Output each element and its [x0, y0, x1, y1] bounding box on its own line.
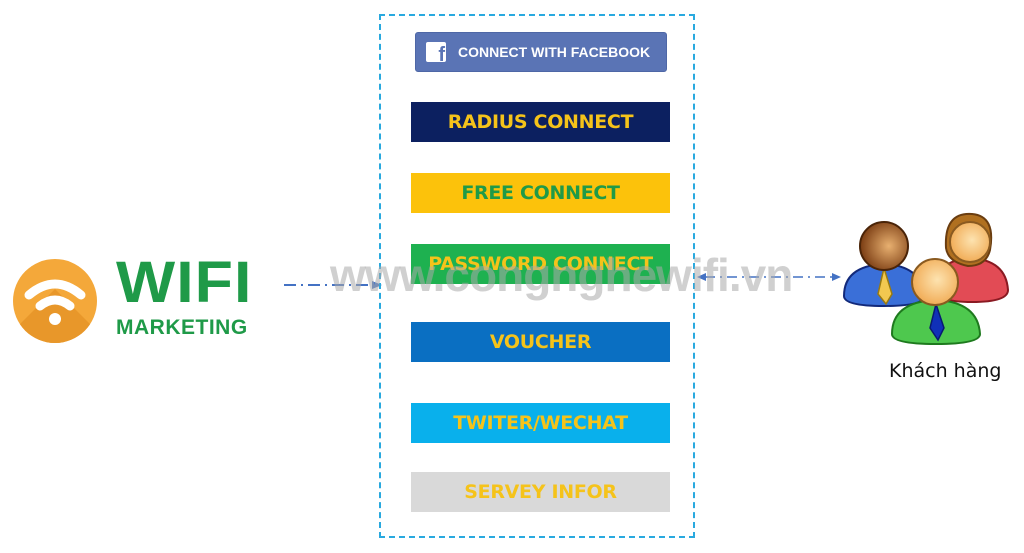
survey-info-label: SERVEY INFOR	[464, 481, 617, 503]
users-group-icon	[842, 212, 1010, 346]
watermark-text: www.congnghewifi.vn	[330, 249, 793, 301]
survey-info-button[interactable]: SERVEY INFOR	[411, 472, 670, 512]
customers-label: Khách hàng	[889, 360, 1002, 382]
radius-connect-button[interactable]: RADIUS CONNECT	[411, 102, 670, 142]
voucher-label: VOUCHER	[489, 331, 592, 353]
twitter-wechat-button[interactable]: TWITER/WECHAT	[411, 403, 670, 443]
connect-facebook-button[interactable]: f CONNECT WITH FACEBOOK	[415, 32, 667, 72]
free-connect-label: FREE CONNECT	[461, 182, 620, 204]
twitter-wechat-label: TWITER/WECHAT	[453, 412, 628, 434]
radius-connect-label: RADIUS CONNECT	[447, 111, 634, 133]
facebook-icon: f	[426, 42, 446, 62]
connect-facebook-label: CONNECT WITH FACEBOOK	[458, 44, 651, 60]
voucher-button[interactable]: VOUCHER	[411, 322, 670, 362]
free-connect-button[interactable]: FREE CONNECT	[411, 173, 670, 213]
